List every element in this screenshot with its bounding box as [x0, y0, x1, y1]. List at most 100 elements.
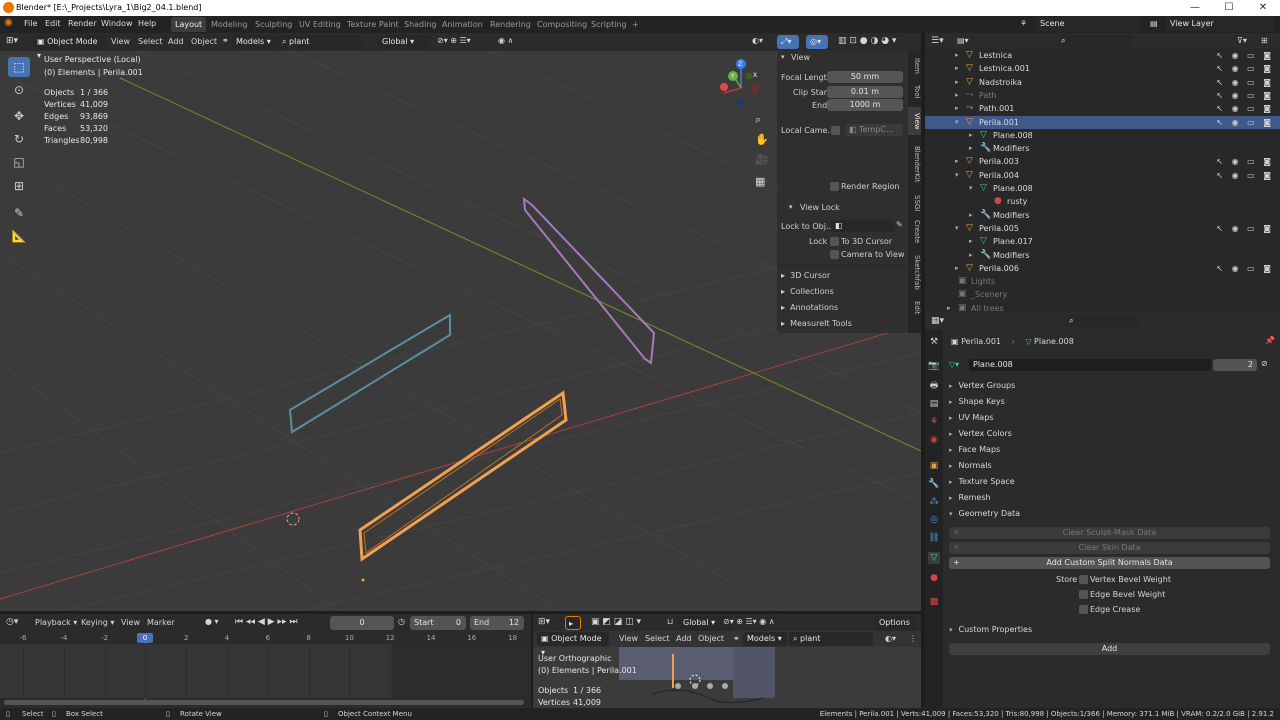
pan-hand-icon[interactable]: ✋ — [755, 133, 769, 146]
outliner-row[interactable]: ▾ ▽ Perila.004 ↖ ◉ ▭ ◙ — [925, 169, 1280, 182]
timeline-ruler[interactable]: -6 -4 -2 0 2 4 6 8 10 12 14 16 18 — [0, 632, 531, 644]
filter-icon[interactable]: ⊽▾ — [1237, 36, 1247, 45]
visibility-toggles-icon[interactable]: ↖ ◉ ▭ ◙ — [1216, 62, 1274, 75]
outliner-item-name[interactable]: Modifiers — [993, 209, 1030, 222]
view-lock-header[interactable]: View Lock — [800, 203, 840, 212]
outliner-row[interactable]: ▸ 🔧 Modifiers — [925, 209, 1280, 222]
tool-tab-icon[interactable]: ⚒ — [928, 336, 940, 348]
sidebar-tab-tool[interactable]: Tool — [908, 81, 921, 103]
measure-tool-icon[interactable]: 📐 — [8, 226, 30, 246]
mode-selector[interactable]: ▣ Object Mode ▾ — [33, 35, 107, 60]
scene-tab-icon[interactable]: ⚘ — [928, 416, 940, 428]
viewport-menu-object[interactable]: Object — [191, 37, 217, 46]
mini-visibility-icon[interactable]: ◐▾ — [885, 634, 896, 643]
gizmo-toggle-icon[interactable]: ⤢▾ — [777, 35, 799, 49]
add-custom-property-button[interactable]: Add — [949, 643, 1270, 655]
mesh-data-icon[interactable]: ▽▾ — [949, 360, 959, 369]
mesh-data-tab-icon[interactable]: ▽ — [928, 552, 940, 564]
expand-arrow-icon[interactable]: ▸ — [969, 142, 973, 155]
outliner-item-name[interactable]: Path.001 — [979, 102, 1014, 115]
physics-tab-icon[interactable]: ◎ — [928, 514, 940, 526]
mini-menu-object[interactable]: Object — [698, 634, 724, 643]
new-collection-icon[interactable]: ⊞ — [1261, 36, 1268, 45]
visibility-toggles-icon[interactable]: ↖ ◉ ▭ ◙ — [1216, 49, 1274, 62]
timeline-menu-view[interactable]: View — [121, 618, 140, 627]
sidebar-tab-item[interactable]: Item — [908, 55, 921, 77]
add-workspace-icon[interactable]: + — [628, 17, 643, 32]
camera-to-view-checkbox[interactable] — [830, 250, 839, 259]
section-measureit-tools[interactable]: ▸ MeasureIt Tools — [781, 319, 852, 328]
visibility-toggles-icon[interactable]: ↖ ◉ ▭ ◙ — [1216, 169, 1274, 182]
mini-menu-add[interactable]: Add — [676, 634, 692, 643]
visibility-toggles-icon[interactable]: ↖ ◉ ▭ ◙ — [1216, 89, 1274, 102]
expand-arrow-icon[interactable]: ▾ — [955, 169, 959, 182]
outliner-row[interactable]: ▸ ▽ Lestnica.001 ↖ ◉ ▭ ◙ — [925, 62, 1280, 75]
object-tab-icon[interactable]: ▣ — [928, 460, 940, 472]
expand-arrow-icon[interactable]: ▾ — [955, 222, 959, 235]
view-layer-selector[interactable]: View Layer — [1166, 17, 1274, 31]
sidebar-tab-edit[interactable]: Edit — [908, 297, 921, 319]
expand-arrow-icon[interactable]: ▸ — [969, 249, 973, 262]
select-box-modes-icon[interactable]: ▣ ◩ ◪ ◫ ▾ — [591, 617, 641, 627]
expand-arrow-icon[interactable]: ▸ — [955, 102, 959, 115]
menu-render[interactable]: Render — [68, 19, 96, 28]
expand-arrow-icon[interactable]: ▸ — [955, 155, 959, 168]
tab-rendering[interactable]: Rendering — [486, 17, 535, 32]
render-tab-icon[interactable]: 📷 — [928, 360, 940, 372]
outliner-row[interactable]: ▾ ▽ Plane.008 — [925, 182, 1280, 195]
viewport-menu-select[interactable]: Select — [138, 37, 163, 46]
lock-to-object-field[interactable]: ◧ — [831, 220, 895, 232]
close-button[interactable]: ✕ — [1246, 0, 1280, 16]
material-tab-icon[interactable]: ● — [928, 572, 940, 584]
sidebar-tab-sketchfab[interactable]: Sketchfab — [908, 249, 921, 295]
tab-uv-editing[interactable]: UV Editing — [295, 17, 345, 32]
transform-orientation[interactable]: Global ▾ — [378, 35, 430, 49]
section-annotations[interactable]: ▸ Annotations — [781, 303, 838, 312]
sidebar-tab-blenderkit[interactable]: BlenderKit — [908, 139, 921, 189]
properties-editor-icon[interactable]: ▦▾ — [931, 316, 944, 326]
timeline-track-area[interactable] — [0, 644, 531, 698]
visibility-toggles-icon[interactable]: ↖ ◉ ▭ ◙ — [1216, 116, 1274, 129]
eyedropper-icon[interactable]: ✎ — [896, 220, 903, 229]
outliner-row[interactable]: ▣ Lights — [925, 275, 1280, 288]
purple-rail-object[interactable] — [522, 196, 656, 365]
local-camera-checkbox[interactable] — [831, 126, 840, 135]
expand-arrow-icon[interactable]: ▸ — [955, 76, 959, 89]
visibility-toggles-icon[interactable]: ↖ ◉ ▭ ◙ — [1216, 222, 1274, 235]
expand-arrow-icon[interactable]: ▸ — [969, 209, 973, 222]
visibility-toggles-icon[interactable]: ↖ ◉ ▭ ◙ — [1216, 76, 1274, 89]
outliner-row[interactable]: ▸ ▽ Perila.003 ↖ ◉ ▭ ◙ — [925, 155, 1280, 168]
minimize-button[interactable]: — — [1178, 0, 1212, 16]
shading-modes-icon[interactable]: ▥ ⊡ ● ◑ ◕ ▾ — [838, 36, 896, 46]
start-frame-field[interactable]: Start 0 — [410, 616, 466, 630]
ortho-grid-icon[interactable]: ▦ — [755, 175, 765, 188]
local-camera-field[interactable]: ◧ TempC... — [845, 124, 903, 136]
current-frame-field[interactable]: 0 — [330, 616, 394, 630]
outliner-item-name[interactable]: Modifiers — [993, 249, 1030, 262]
menu-help[interactable]: Help — [138, 19, 156, 28]
visibility-toggles-icon[interactable]: ↖ ◉ ▭ ◙ — [1216, 155, 1274, 168]
expand-arrow-icon[interactable]: ▾ — [969, 182, 973, 195]
outliner-item-name[interactable]: rusty — [1007, 195, 1027, 208]
section-remesh[interactable]: ▸ Remesh — [949, 493, 991, 502]
section-normals[interactable]: ▸ Normals — [949, 461, 992, 470]
render-region-checkbox[interactable] — [830, 182, 839, 191]
scale-tool-icon[interactable]: ◱ — [8, 152, 30, 172]
outliner-item-name[interactable]: Lights — [971, 275, 995, 288]
to-3d-cursor-checkbox[interactable] — [830, 237, 839, 246]
outliner-item-name[interactable]: Perila.005 — [979, 222, 1019, 235]
zoom-icon[interactable]: ⌕ — [755, 113, 761, 127]
expand-arrow-icon[interactable]: ▸ — [955, 62, 959, 75]
section-texture-space[interactable]: ▸ Texture Space — [949, 477, 1015, 486]
outliner-item-name[interactable]: Path — [979, 89, 997, 102]
overlay-toggle-icon[interactable]: ◎▾ — [806, 35, 828, 49]
add-split-normals-button[interactable]: + Add Custom Split Normals Data — [949, 557, 1270, 569]
outliner-item-name[interactable]: Lestnica.001 — [979, 62, 1030, 75]
expand-arrow-icon[interactable]: ▸ — [955, 89, 959, 102]
tab-compositing[interactable]: Compositing — [533, 17, 591, 32]
section-shape-keys[interactable]: ▸ Shape Keys — [949, 397, 1005, 406]
maximize-button[interactable]: ☐ — [1212, 0, 1246, 16]
camera-view-icon[interactable]: 🎥 — [755, 153, 769, 166]
annotate-tool-icon[interactable]: ✎ — [8, 203, 30, 223]
mini-menu-view[interactable]: View — [619, 634, 638, 643]
